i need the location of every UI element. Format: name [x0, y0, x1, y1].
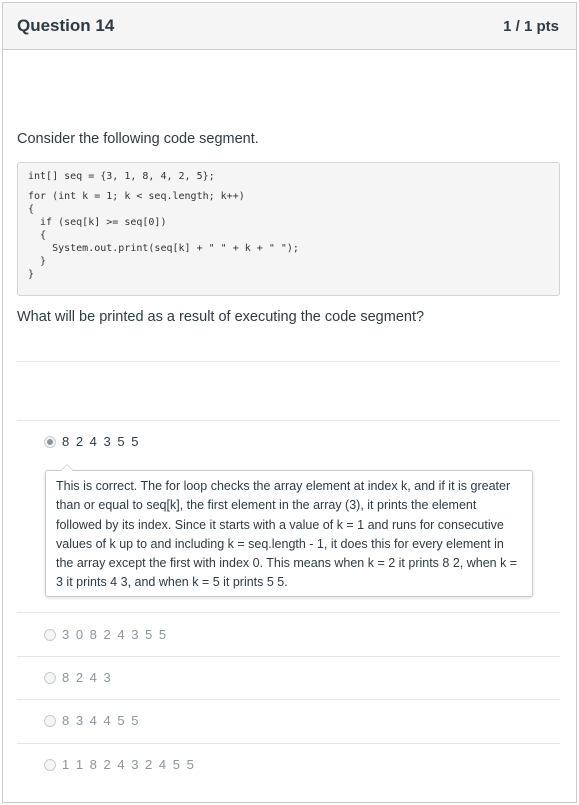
- radio-selected-icon[interactable]: [44, 435, 56, 448]
- radio-icon[interactable]: [44, 758, 56, 771]
- divider: [17, 361, 560, 362]
- code-block: int[] seq = {3, 1, 8, 4, 2, 5}; for (int…: [17, 162, 560, 296]
- divider: [17, 699, 560, 700]
- question-title: Question 14: [17, 16, 115, 35]
- divider: [17, 743, 560, 744]
- answer-label: 1 1 8 2 4 3 2 4 5 5: [62, 757, 196, 772]
- divider: [17, 420, 560, 421]
- code-line: int[] seq = {3, 1, 8, 4, 2, 5};: [28, 171, 215, 182]
- answer-option-2[interactable]: 3 0 8 2 4 3 5 5: [44, 627, 168, 642]
- answer-option-4[interactable]: 8 3 4 4 5 5: [44, 713, 140, 728]
- answer-label: 3 0 8 2 4 3 5 5: [62, 627, 168, 642]
- code-line: }: [28, 256, 47, 267]
- code-line: {: [28, 204, 35, 215]
- answer-option-3[interactable]: 8 2 4 3: [44, 670, 112, 685]
- question-text: What will be printed as a result of exec…: [17, 309, 425, 325]
- code-line: }: [28, 269, 35, 280]
- divider: [17, 656, 560, 657]
- code-line: {: [28, 230, 47, 241]
- code-line: for (int k = 1; k < seq.length; k++): [28, 191, 245, 202]
- answer-option-1[interactable]: 8 2 4 3 5 5: [44, 434, 140, 449]
- code-line: if (seq[k] >= seq[0]): [28, 217, 167, 228]
- answer-option-5[interactable]: 1 1 8 2 4 3 2 4 5 5: [44, 757, 195, 772]
- question-header: Question 14 1 / 1 pts: [3, 3, 576, 50]
- radio-icon[interactable]: [44, 628, 56, 641]
- answer-label: 8 2 4 3 5 5: [62, 434, 140, 449]
- radio-icon[interactable]: [44, 671, 56, 684]
- question-points: 1 / 1 pts: [503, 17, 559, 35]
- radio-icon[interactable]: [44, 714, 56, 727]
- answer-label: 8 3 4 4 5 5: [62, 713, 140, 728]
- question-prompt: Consider the following code segment.: [17, 131, 259, 147]
- divider: [17, 612, 560, 613]
- code-line: System.out.print(seq[k] + " " + k + " ")…: [28, 243, 299, 254]
- answer-feedback: This is correct. The for loop checks the…: [45, 464, 533, 597]
- question-card: Question 14 1 / 1 pts Consider the follo…: [2, 2, 577, 803]
- answer-label: 8 2 4 3: [62, 670, 113, 685]
